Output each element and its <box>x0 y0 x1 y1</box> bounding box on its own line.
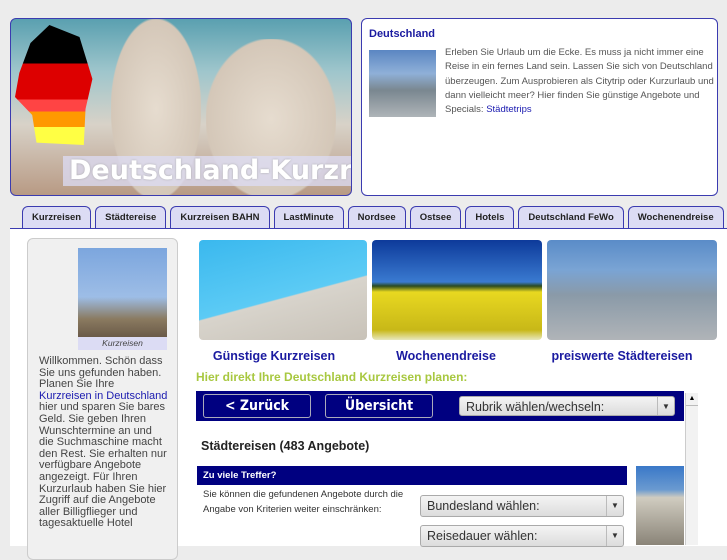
bundesland-select[interactable]: Bundesland wählen: ▼ <box>420 495 624 517</box>
teaser-guenstige-kurzreisen[interactable]: Günstige Kurzreisen <box>199 349 349 363</box>
staedtetrips-link[interactable]: Städtetrips <box>486 104 531 115</box>
chevron-down-icon: ▼ <box>606 496 623 516</box>
reisedauer-select[interactable]: Reisedauer wählen: ▼ <box>420 525 624 547</box>
overview-button[interactable]: Übersicht <box>325 394 433 418</box>
too-many-results-bar: Zu viele Treffer? <box>197 466 627 485</box>
chevron-down-icon: ▼ <box>606 526 623 546</box>
sidebar-image-caption: Kurzreisen <box>78 337 167 350</box>
filter-hint: Sie können die gefundenen Angebote durch… <box>203 489 404 515</box>
tab-kurzreisen[interactable]: Kurzreisen <box>22 206 92 228</box>
back-button[interactable]: < Zurück <box>203 394 311 418</box>
sidebar-text: Willkommen. Schön dass Sie uns gefunden … <box>39 355 169 530</box>
tab-kurzreisen-bahn[interactable]: Kurzreisen BAHN <box>170 206 270 228</box>
results-heading: Städtereisen (483 Angebote) <box>201 439 370 453</box>
hamburg-image <box>78 248 167 337</box>
reichstag-image[interactable] <box>547 240 717 340</box>
tab-nordsee[interactable]: Nordsee <box>347 206 406 228</box>
planner-heading: Hier direkt Ihre Deutschland Kurzreisen … <box>196 370 468 384</box>
reichstag-thumbnail[interactable] <box>369 50 436 117</box>
reisedauer-select-value: Reisedauer wählen: <box>427 529 538 543</box>
teaser-wochenendreise[interactable]: Wochenendreise <box>372 349 520 363</box>
sidebar-text-2: hier und sparen Sie bares Geld. Sie gebe… <box>39 401 167 530</box>
banner-title: Deutschland-Kurzreisen <box>63 156 351 186</box>
tab-hotels[interactable]: Hotels <box>465 206 515 228</box>
rubrik-select[interactable]: Rubrik wählen/wechseln: ▼ <box>459 396 675 416</box>
info-text: Erleben Sie Urlaub um die Ecke. Es muss … <box>445 46 715 117</box>
info-heading[interactable]: Deutschland <box>369 28 435 40</box>
tab-staedtereise[interactable]: Städtereise <box>95 206 167 228</box>
sidebar-text-1: Willkommen. Schön dass Sie uns gefunden … <box>39 355 163 391</box>
rapeseed-field-image[interactable] <box>372 240 542 340</box>
tab-lastminute[interactable]: LastMinute <box>273 206 344 228</box>
teaser-staedtereisen[interactable]: preiswerte Städtereisen <box>547 349 697 363</box>
tab-wochenendreise[interactable]: Wochenendreise <box>627 206 724 228</box>
germany-flag-map <box>15 25 93 145</box>
header-banner[interactable]: Deutschland-Kurzreisen <box>10 18 352 196</box>
bundesland-select-value: Bundesland wählen: <box>427 499 540 513</box>
kurzreisen-link[interactable]: Kurzreisen in Deutschland <box>39 390 167 402</box>
scroll-up-icon[interactable]: ▲ <box>686 393 698 406</box>
nav-tabs: Kurzreisen Städtereise Kurzreisen BAHN L… <box>22 206 724 228</box>
tab-deutschland-fewo[interactable]: Deutschland FeWo <box>518 206 624 228</box>
sidebar: Kurzreisen Willkommen. Schön dass Sie un… <box>27 238 178 560</box>
rubrik-select-value: Rubrik wählen/wechseln: <box>466 400 605 414</box>
chevron-down-icon: ▼ <box>657 397 674 415</box>
info-box: Deutschland Erleben Sie Urlaub um die Ec… <box>361 18 718 196</box>
planner-navbar: < Zurück Übersicht Rubrik wählen/wechsel… <box>196 391 684 421</box>
pool-image[interactable] <box>199 240 367 340</box>
scrollbar[interactable]: ▲ <box>685 393 698 545</box>
brandenburg-gate-image <box>636 466 684 545</box>
tab-ostsee[interactable]: Ostsee <box>409 206 462 228</box>
